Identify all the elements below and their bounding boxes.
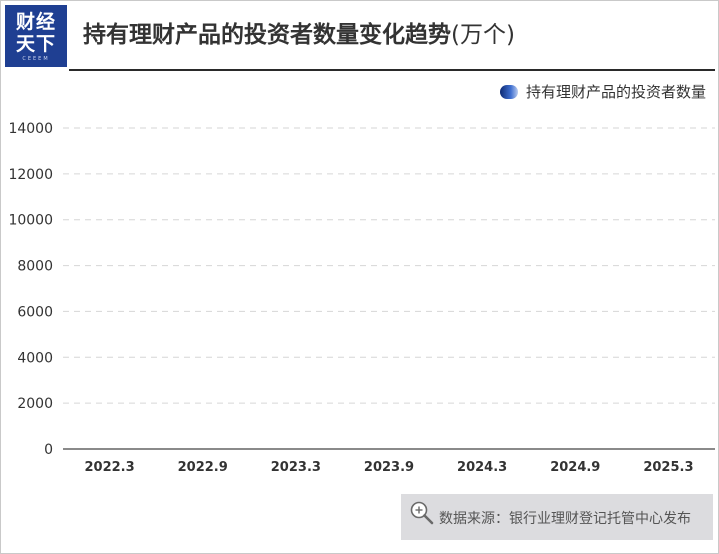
x-tick-label: 2023.3 <box>271 460 321 475</box>
y-tick-label: 2000 <box>17 396 53 412</box>
y-tick-label: 10000 <box>8 213 53 229</box>
x-tick-label: 2024.9 <box>550 460 600 475</box>
y-tick-label: 12000 <box>8 167 53 183</box>
y-tick-label: 0 <box>44 442 53 458</box>
x-tick-label: 2025.3 <box>643 460 693 475</box>
y-tick-label: 8000 <box>17 259 53 275</box>
chart-card: 财经 天下 CEEEM 持有理财产品的投资者数量变化趋势(万个) 持有理财产品的… <box>0 0 719 554</box>
magnifier-icon <box>410 501 434 525</box>
x-tick-label: 2023.9 <box>364 460 414 475</box>
y-tick-label: 4000 <box>17 350 53 366</box>
x-tick-label: 2022.9 <box>178 460 228 475</box>
y-tick-label: 14000 <box>8 121 53 137</box>
y-tick-label: 6000 <box>17 304 53 320</box>
source-text: 数据来源：银行业理财登记托管中心发布 <box>439 511 691 527</box>
source-note: 数据来源：银行业理财登记托管中心发布 <box>401 494 713 540</box>
x-tick-label: 2024.3 <box>457 460 507 475</box>
x-tick-label: 2022.3 <box>84 460 134 475</box>
chart-plot-area: 0 2000 4000 6000 8000 10000 12000 14000 2022.3 20… <box>8 121 715 475</box>
